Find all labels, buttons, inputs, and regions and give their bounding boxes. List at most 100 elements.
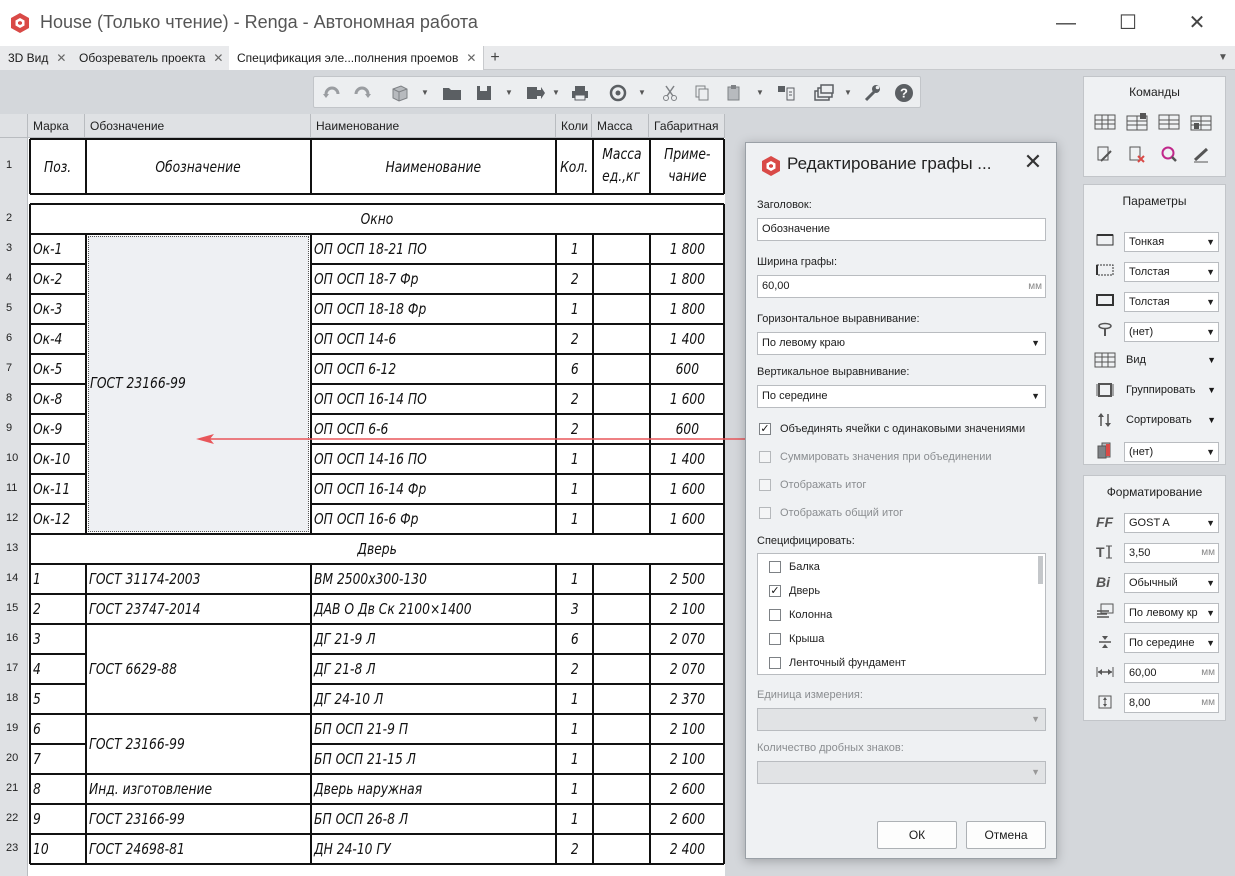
corner-cell[interactable]	[0, 114, 28, 138]
unit-select[interactable]: ▼	[757, 708, 1046, 731]
close-tab-icon[interactable]: ✕	[466, 51, 476, 65]
undo-icon[interactable]	[318, 80, 346, 106]
table-cell-note[interactable]: 1 800	[650, 234, 724, 264]
column-header-mass[interactable]: Масса	[592, 114, 649, 138]
row-number[interactable]: 16	[0, 632, 28, 644]
merge-checkbox[interactable]: ✓	[759, 423, 771, 435]
layers-icon[interactable]	[810, 80, 838, 106]
tab-specification[interactable]: Спецификация эле...полнения проемов ✕	[229, 46, 484, 70]
table-cell-name[interactable]: ОП ОСП 16-6 Фр	[314, 504, 556, 534]
add-tab-button[interactable]: +	[484, 46, 506, 70]
table-cell-qty[interactable]: 1	[556, 234, 593, 264]
row-number[interactable]: 10	[0, 452, 28, 464]
table-cell-qty[interactable]: 1	[556, 564, 593, 594]
table-cell-qty[interactable]: 1	[556, 474, 593, 504]
row-number[interactable]: 8	[0, 392, 28, 404]
table-cell-mark[interactable]: Ок-9	[33, 414, 86, 444]
table-cell-designation[interactable]: ГОСТ 6629-88	[89, 624, 311, 714]
font-size-input[interactable]: 3,50 мм	[1124, 543, 1219, 563]
spec-checkbox[interactable]	[769, 609, 781, 621]
row-number[interactable]: 18	[0, 692, 28, 704]
row-number[interactable]: 2	[0, 212, 28, 224]
table-cell-name[interactable]: ОП ОСП 18-21 ПО	[314, 234, 556, 264]
dropdown-arrow-icon[interactable]: ▼	[552, 88, 560, 97]
table-cell-mark[interactable]: Ок-1	[33, 234, 86, 264]
table-cell-qty[interactable]: 2	[556, 264, 593, 294]
width-input[interactable]: 60,00 мм	[757, 275, 1046, 298]
help-icon[interactable]: ?	[890, 80, 918, 106]
row-number[interactable]: 5	[0, 302, 28, 314]
row-number[interactable]: 12	[0, 512, 28, 524]
row-number[interactable]: 21	[0, 782, 28, 794]
parameter-select[interactable]: (нет) ▼	[1124, 442, 1219, 462]
open-folder-icon[interactable]	[438, 80, 466, 106]
table-cell-mark[interactable]: 1	[33, 564, 86, 594]
table-cell-name[interactable]: ДГ 21-8 Л	[314, 654, 556, 684]
copy-icon[interactable]	[688, 80, 716, 106]
table-cell-qty[interactable]: 3	[556, 594, 593, 624]
grand-total-checkbox[interactable]	[759, 507, 771, 519]
row-number[interactable]: 7	[0, 362, 28, 374]
maximize-button[interactable]: ☐	[1105, 8, 1151, 38]
dropdown-arrow-icon[interactable]: ▼	[844, 88, 852, 97]
header-cell-pos[interactable]: Поз.	[30, 139, 86, 194]
row-number[interactable]: 3	[0, 242, 28, 254]
table-cell-name[interactable]: ОП ОСП 14-6	[314, 324, 556, 354]
settings-wrench-icon[interactable]	[858, 80, 886, 106]
table-cell-qty[interactable]: 2	[556, 384, 593, 414]
table-cell-mark[interactable]: Ок-8	[33, 384, 86, 414]
table-cell-qty[interactable]: 2	[556, 834, 593, 864]
dropdown-arrow-icon[interactable]: ▼	[638, 88, 646, 97]
spec-checkbox[interactable]	[769, 561, 781, 573]
refresh-icon[interactable]	[604, 80, 632, 106]
column-header-name[interactable]: Наименование	[311, 114, 556, 138]
row-number[interactable]: 13	[0, 542, 28, 554]
export-icon[interactable]	[521, 80, 549, 106]
row-number[interactable]: 4	[0, 272, 28, 284]
table-cell-designation[interactable]: ГОСТ 24698-81	[89, 834, 311, 864]
parameter-menu-button[interactable]: Группировать ▼	[1126, 384, 1219, 396]
header-cell-name[interactable]: Наименование	[311, 139, 556, 194]
table-cell-note[interactable]: 1 400	[650, 324, 724, 354]
row-height-input[interactable]: 8,00 мм	[1124, 693, 1219, 713]
header-cell-mass-unit[interactable]: ед.,кг	[593, 163, 650, 189]
table-cell-mark[interactable]: Ок-5	[33, 354, 86, 384]
table-cell-mark[interactable]: 4	[33, 654, 86, 684]
header-cell-qty[interactable]: Кол.	[556, 139, 593, 194]
insert-column-right-icon[interactable]	[1190, 113, 1212, 131]
table-cell-name[interactable]: ОП ОСП 16-14 ПО	[314, 384, 556, 414]
table-cell-mark[interactable]: 10	[33, 834, 86, 864]
table-cell-name[interactable]: БП ОСП 21-15 Л	[314, 744, 556, 774]
table-cell-mark[interactable]: 9	[33, 804, 86, 834]
table-cell-mark[interactable]: Ок-3	[33, 294, 86, 324]
table-cell-note[interactable]: 600	[650, 354, 724, 384]
table-cell-qty[interactable]: 1	[556, 804, 593, 834]
pencil-icon[interactable]	[1190, 145, 1212, 163]
row-number[interactable]: 22	[0, 812, 28, 824]
spec-checkbox[interactable]: ✓	[769, 585, 781, 597]
row-number[interactable]: 6	[0, 332, 28, 344]
parameter-select[interactable]: Тонкая ▼	[1124, 232, 1219, 252]
table-cell-qty[interactable]: 1	[556, 714, 593, 744]
column-width-input[interactable]: 60,00 мм	[1124, 663, 1219, 683]
table-cell-qty[interactable]: 6	[556, 624, 593, 654]
table-cell-name[interactable]: Дверь наружная	[314, 774, 556, 804]
sum-checkbox[interactable]	[759, 451, 771, 463]
table-cell-name[interactable]: ДН 24-10 ГУ	[314, 834, 556, 864]
row-number[interactable]: 14	[0, 572, 28, 584]
find-icon[interactable]	[1158, 145, 1180, 163]
table-cell-note[interactable]: 2 500	[650, 564, 724, 594]
table-cell-name[interactable]: ВМ 2500х300-130	[314, 564, 556, 594]
column-header-mark[interactable]: Марка	[28, 114, 85, 138]
header-cell-designation[interactable]: Обозначение	[86, 139, 311, 194]
table-cell-note[interactable]: 2 100	[650, 744, 724, 774]
header-input[interactable]: Обозначение	[757, 218, 1046, 241]
parameter-menu-button[interactable]: Вид ▼	[1126, 354, 1219, 366]
group-row-window[interactable]: Окно	[30, 204, 724, 234]
table-cell-name[interactable]: ДАВ О Дв Ск 2100×1400	[314, 594, 556, 624]
font-style-select[interactable]: Обычный ▼	[1124, 573, 1219, 593]
insert-column-icon[interactable]	[1158, 113, 1180, 131]
parameter-select[interactable]: Толстая ▼	[1124, 292, 1219, 312]
table-cell-qty[interactable]: 1	[556, 504, 593, 534]
table-cell-designation[interactable]: ГОСТ 23747-2014	[89, 594, 311, 624]
